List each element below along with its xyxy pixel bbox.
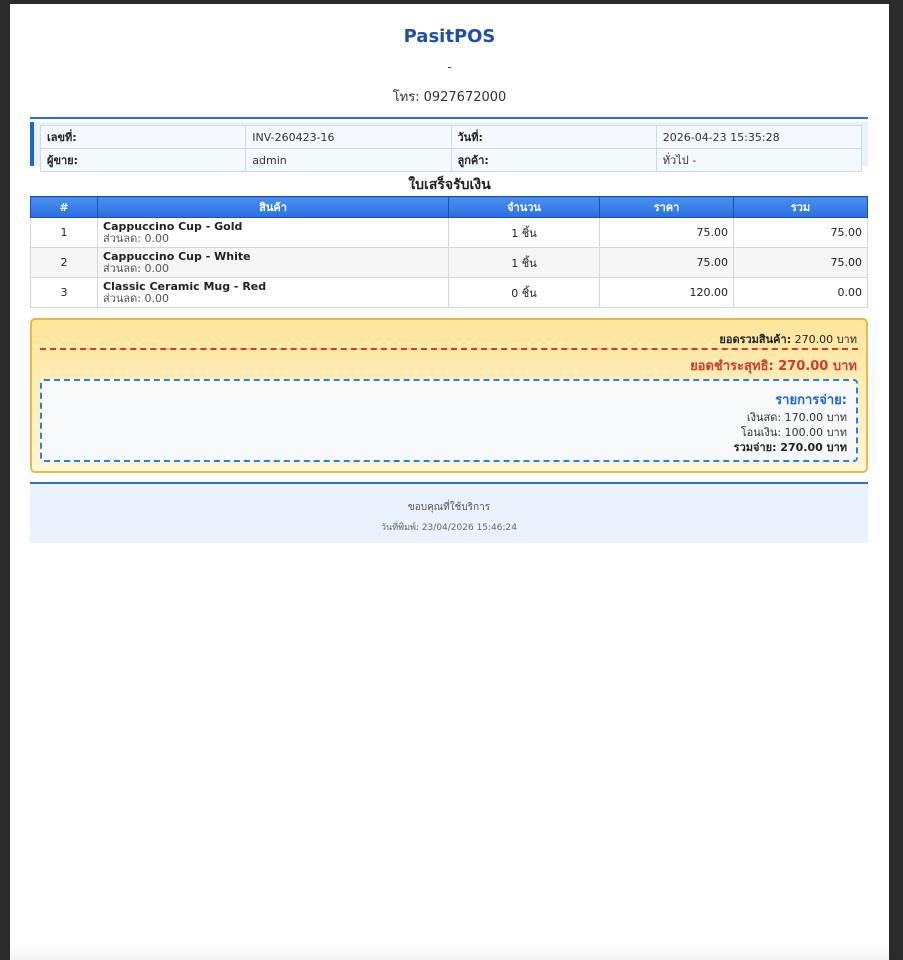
invoice-number-label: เลขที่:	[39, 125, 247, 149]
receipt-page: PasitPOS - โทร: 0927672000 เลขที่: INV-26…	[10, 4, 889, 960]
net-total: ยอดชำระสุทธิ: 270.00 บาท	[690, 359, 857, 374]
header-divider	[30, 117, 868, 119]
unit-price: 75.00	[599, 217, 734, 248]
quantity: 1 ชิ้น	[448, 247, 600, 278]
col-header-total: รวม	[733, 196, 868, 218]
shop-address: -	[447, 60, 452, 74]
invoice-date-label: วันที่:	[450, 125, 657, 149]
shop-phone: โทร: 0927672000	[10, 86, 889, 107]
invoice-number: INV-260423-16	[245, 125, 452, 149]
product-discount: ส่วนลด: 0.00	[103, 262, 169, 275]
invoice-info-table: เลขที่: INV-260423-16 วันที่: 2026-04-23…	[39, 125, 863, 172]
row-number: 1	[30, 217, 98, 248]
phone-label: โทร:	[392, 90, 420, 105]
customer-label: ลูกค้า:	[450, 148, 657, 172]
product-cell: Cappuccino Cup - White ส่วนลด: 0.00	[97, 247, 449, 278]
product-discount: ส่วนลด: 0.00	[103, 292, 169, 305]
col-header-price: ราคา	[599, 196, 734, 218]
unit-price: 120.00	[599, 277, 734, 308]
product-cell: Classic Ceramic Mug - Red ส่วนลด: 0.00	[97, 277, 449, 308]
col-header-product: สินค้า	[97, 196, 449, 218]
quantity: 1 ชิ้น	[448, 217, 600, 248]
line-total: 75.00	[733, 247, 868, 278]
customer-name: ทั่วไป -	[655, 148, 863, 172]
receipt-footer: ขอบคุณที่ใช้บริการ วันที่พิมพ์: 23/04/20…	[30, 482, 868, 543]
subtotal: ยอดรวมสินค้า: 270.00 บาท	[719, 330, 857, 348]
payments-box: รายการจ่าย: เงินสด: 170.00 บาท โอนเงิน: …	[40, 379, 858, 462]
invoice-date: 2026-04-23 15:35:28	[655, 125, 863, 149]
subtotal-value: 270.00 บาท	[794, 333, 857, 346]
page-shade	[10, 944, 889, 960]
subtotal-label: ยอดรวมสินค้า:	[719, 333, 792, 346]
items-header-row: # สินค้า จำนวน ราคา รวม	[30, 196, 868, 218]
summary-divider	[40, 348, 858, 350]
shop-name: PasitPOS	[403, 26, 496, 47]
summary-box: ยอดรวมสินค้า: 270.00 บาท ยอดชำระสุทธิ: 2…	[30, 318, 868, 473]
row-number: 2	[30, 247, 98, 278]
thank-you-message: ขอบคุณที่ใช้บริการ	[407, 502, 491, 513]
row-number: 3	[30, 277, 98, 308]
payment-total: รวมจ่าย: 270.00 บาท	[733, 441, 847, 454]
line-total: 75.00	[733, 217, 868, 248]
items-table: # สินค้า จำนวน ราคา รวม 1 Cappuccino Cup…	[30, 196, 868, 308]
receipt-title: ใบเสร็จรับเงิน	[408, 177, 491, 193]
print-timestamp: วันที่พิมพ์: 23/04/2026 15:46:24	[381, 523, 517, 533]
col-header-num: #	[30, 196, 98, 218]
unit-price: 75.00	[599, 247, 734, 278]
col-header-qty: จำนวน	[448, 196, 600, 218]
product-cell: Cappuccino Cup - Gold ส่วนลด: 0.00	[97, 217, 449, 248]
table-row: 1 Cappuccino Cup - Gold ส่วนลด: 0.00 1 ช…	[30, 217, 868, 248]
seller-label: ผู้ขาย:	[39, 148, 247, 172]
quantity: 0 ชิ้น	[448, 277, 600, 308]
invoice-info: เลขที่: INV-260423-16 วันที่: 2026-04-23…	[30, 122, 868, 172]
seller-name: admin	[245, 148, 452, 172]
payments-title: รายการจ่าย:	[775, 393, 847, 408]
product-discount: ส่วนลด: 0.00	[103, 232, 169, 245]
phone-number: 0927672000	[423, 90, 507, 105]
table-row: 2 Cappuccino Cup - White ส่วนลด: 0.00 1 …	[30, 247, 868, 278]
table-row: 3 Classic Ceramic Mug - Red ส่วนลด: 0.00…	[30, 277, 868, 308]
line-total: 0.00	[733, 277, 868, 308]
